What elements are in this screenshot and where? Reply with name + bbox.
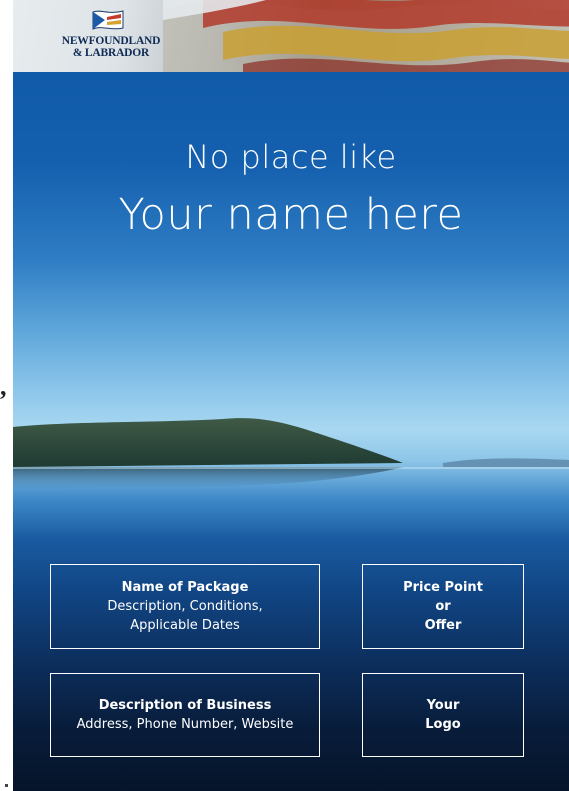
- brand-line2: & LABRADOR: [72, 47, 150, 59]
- provincial-flag-icon: [92, 10, 124, 30]
- package-title: Name of Package: [121, 580, 249, 595]
- landscape-island-image: [13, 418, 569, 491]
- package-box: Name of Package Description, Conditions,…: [50, 564, 320, 649]
- business-line1: Address, Phone Number, Website: [76, 717, 294, 732]
- logo-box: Your Logo: [362, 673, 524, 757]
- price-line3: Offer: [424, 618, 462, 633]
- package-line1: Description, Conditions,: [107, 599, 263, 614]
- business-title: Description of Business: [98, 698, 272, 713]
- logo-line1: Your: [426, 698, 460, 713]
- header-banner: NEWFOUNDLAND & LABRADOR: [13, 0, 569, 72]
- flag-photo: [163, 0, 569, 72]
- logo-line2: Logo: [425, 717, 461, 732]
- brand-logo-text: NEWFOUNDLAND & LABRADOR: [46, 35, 176, 59]
- margin-tick-mark: [5, 784, 8, 787]
- package-line2: Applicable Dates: [130, 618, 240, 633]
- headline-line2: Your name here: [118, 190, 464, 240]
- business-box: Description of Business Address, Phone N…: [50, 673, 320, 757]
- price-line1: Price Point: [403, 580, 483, 595]
- poster: NEWFOUNDLAND & LABRADOR No place like Yo…: [13, 0, 569, 791]
- price-box: Price Point or Offer: [362, 564, 524, 649]
- headline-line1: No place like: [185, 138, 397, 176]
- margin-comma-mark: ,: [0, 372, 7, 401]
- price-line2: or: [435, 599, 451, 614]
- brand-line1: NEWFOUNDLAND: [61, 35, 161, 47]
